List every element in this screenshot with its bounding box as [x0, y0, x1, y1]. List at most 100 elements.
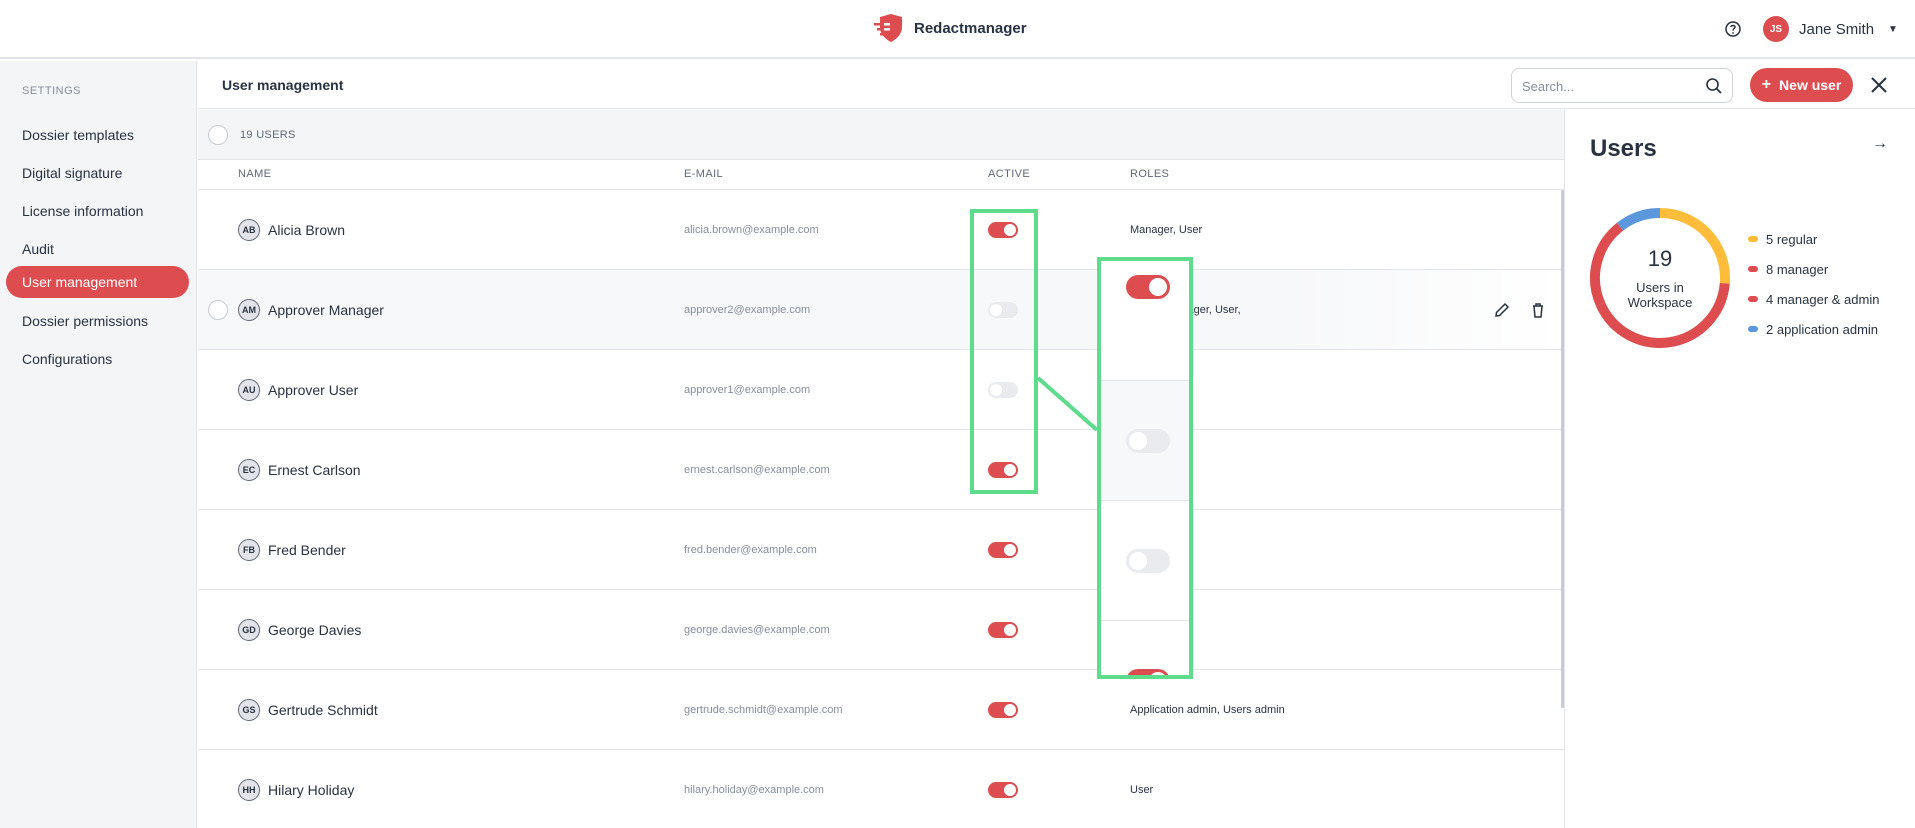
brand[interactable]: Redactmanager: [874, 14, 1027, 42]
sidebar-item-configurations[interactable]: Configurations: [6, 343, 189, 375]
sidebar-item-user-management[interactable]: User management: [6, 266, 189, 298]
search-icon[interactable]: [1705, 77, 1723, 95]
users-donut-chart: 19 Users in Workspace: [1588, 206, 1732, 350]
user-initials: AM: [238, 299, 260, 321]
legend-label: 2 application admin: [1766, 321, 1879, 337]
avatar: JS: [1763, 16, 1789, 42]
table-row[interactable]: AU Approver User approver1@example.com: [198, 350, 1564, 430]
close-icon[interactable]: [1868, 74, 1890, 96]
active-toggle[interactable]: [988, 542, 1018, 558]
plus-icon: +: [1761, 76, 1772, 93]
main-header: User management + New user: [198, 61, 1915, 109]
user-initials: FB: [238, 539, 260, 561]
legend-item: 5 regular: [1748, 224, 1879, 254]
user-email-cell: approver2@example.com: [684, 304, 811, 316]
sidebar-item-audit[interactable]: Audit: [6, 233, 189, 265]
search-box: [1511, 68, 1733, 103]
sidebar-item-digital-signature[interactable]: Digital signature: [6, 157, 189, 189]
help-icon[interactable]: [1724, 20, 1742, 38]
table-row[interactable]: FB Fred Bender fred.bender@example.com: [198, 510, 1564, 590]
user-menu[interactable]: JS Jane Smith ▼: [1763, 16, 1898, 42]
top-bar: Redactmanager JS Jane Smith ▼: [0, 0, 1915, 59]
user-name-cell: George Davies: [268, 622, 362, 638]
user-roles-cell: User: [1130, 784, 1154, 796]
users-table: 19 USERS NAME E-MAIL ACTIVE ROLES AB Alic…: [198, 110, 1565, 828]
donut-legend: 5 regular 8 manager 4 manager & admin 2 app…: [1748, 224, 1879, 344]
user-name-cell: Approver User: [268, 382, 359, 398]
legend-item: 4 manager & admin: [1748, 284, 1879, 314]
user-roles-cell: Manager, User: [1130, 224, 1203, 236]
column-header-active[interactable]: ACTIVE: [988, 168, 1030, 180]
user-name-cell: Fred Bender: [268, 542, 346, 558]
toggle-knob: [1004, 624, 1016, 636]
toggle-knob: [1149, 278, 1167, 296]
donut-total: 19: [1647, 246, 1673, 271]
page-title: User management: [222, 77, 344, 93]
column-header-roles[interactable]: ROLES: [1130, 168, 1169, 180]
zoomed-active-toggle[interactable]: [1126, 549, 1170, 573]
new-user-button[interactable]: + New user: [1750, 68, 1853, 102]
active-toggle[interactable]: [988, 702, 1018, 718]
user-name-cell: Ernest Carlson: [268, 462, 361, 478]
table-row[interactable]: AB Alicia Brown alicia.brown@example.com Ma…: [198, 190, 1564, 270]
user-name-cell: Hilary Holiday: [268, 782, 355, 798]
panel-title: Users: [1590, 135, 1657, 162]
table-row[interactable]: AMApprover Managerapprover2@example.coma…: [198, 270, 1564, 350]
user-initials: AU: [238, 379, 260, 401]
chevron-down-icon: ▼: [1888, 23, 1898, 35]
users-count: 19 USERS: [240, 129, 296, 141]
legend-label: 5 regular: [1766, 231, 1818, 247]
user-email-cell: alicia.brown@example.com: [684, 224, 819, 236]
zoomed-active-toggle[interactable]: [1126, 429, 1170, 453]
delete-icon[interactable]: [1529, 301, 1547, 319]
table-row[interactable]: GD George Davies george.davies@example.com…: [198, 590, 1564, 670]
toggle-knob: [1004, 784, 1016, 796]
zoomed-toggle-cell: [1101, 261, 1189, 381]
toggle-knob: [1004, 544, 1016, 556]
legend-item: 8 manager: [1748, 254, 1879, 284]
users-stats-panel: Users → 19 Users in Workspace 5 regular 8…: [1566, 110, 1915, 828]
scrollbar[interactable]: [1561, 190, 1564, 708]
donut-svg: [1590, 208, 1730, 348]
sidebar-item-dossier-permissions[interactable]: Dossier permissions: [6, 305, 189, 337]
search-input[interactable]: [1522, 77, 1697, 95]
user-initials: HH: [238, 779, 260, 801]
column-header-name[interactable]: NAME: [238, 168, 271, 180]
toggle-knob: [1129, 432, 1147, 450]
active-toggle[interactable]: [988, 622, 1018, 638]
user-name-cell: Approver Manager: [268, 302, 384, 318]
active-toggle[interactable]: [988, 782, 1018, 798]
logo-icon: [874, 14, 902, 42]
legend-swatch: [1748, 236, 1758, 242]
user-email-cell: gertrude.schmidt@example.com: [684, 704, 843, 716]
user-rows: AB Alicia Brown alicia.brown@example.com Ma…: [198, 190, 1564, 828]
sidebar-heading: SETTINGS: [22, 85, 82, 97]
select-all-checkbox[interactable]: [208, 125, 228, 145]
user-initials: GD: [238, 619, 260, 641]
user-email-cell: approver1@example.com: [684, 384, 811, 396]
user-name-cell: Alicia Brown: [268, 222, 346, 238]
zoomed-active-toggle[interactable]: [1126, 669, 1170, 675]
column-header-email[interactable]: E-MAIL: [684, 168, 723, 180]
donut-slice: [1617, 208, 1661, 231]
new-user-label: New user: [1779, 77, 1842, 93]
legend-label: 4 manager & admin: [1766, 291, 1880, 307]
sidebar-item-dossier-templates[interactable]: Dossier templates: [6, 119, 189, 151]
settings-sidebar: SETTINGS Dossier templates Digital signa…: [0, 61, 197, 828]
user-name-cell: Gertrude Schmidt: [268, 702, 378, 718]
table-toolbar: 19 USERS: [198, 110, 1564, 160]
edit-icon[interactable]: [1493, 301, 1511, 319]
zoomed-active-toggle[interactable]: [1126, 275, 1170, 299]
arrow-right-icon[interactable]: →: [1872, 135, 1888, 153]
brand-name: Redactmanager: [914, 19, 1027, 37]
user-roles-cell: Application admin, Users admin: [1130, 704, 1285, 716]
legend-swatch: [1748, 296, 1758, 302]
table-row[interactable]: HH Hilary Holiday hilary.holiday@example.c…: [198, 750, 1564, 828]
sidebar-item-license-information[interactable]: License information: [6, 195, 189, 227]
user-email-cell: hilary.holiday@example.com: [684, 784, 824, 796]
user-email-cell: fred.bender@example.com: [684, 544, 817, 556]
row-select-checkbox[interactable]: [208, 300, 228, 320]
table-row[interactable]: GS Gertrude Schmidt gertrude.schmidt@examp…: [198, 670, 1564, 750]
table-row[interactable]: EC Ernest Carlson ernest.carlson@example.c…: [198, 430, 1564, 510]
highlight-box: [970, 209, 1038, 494]
